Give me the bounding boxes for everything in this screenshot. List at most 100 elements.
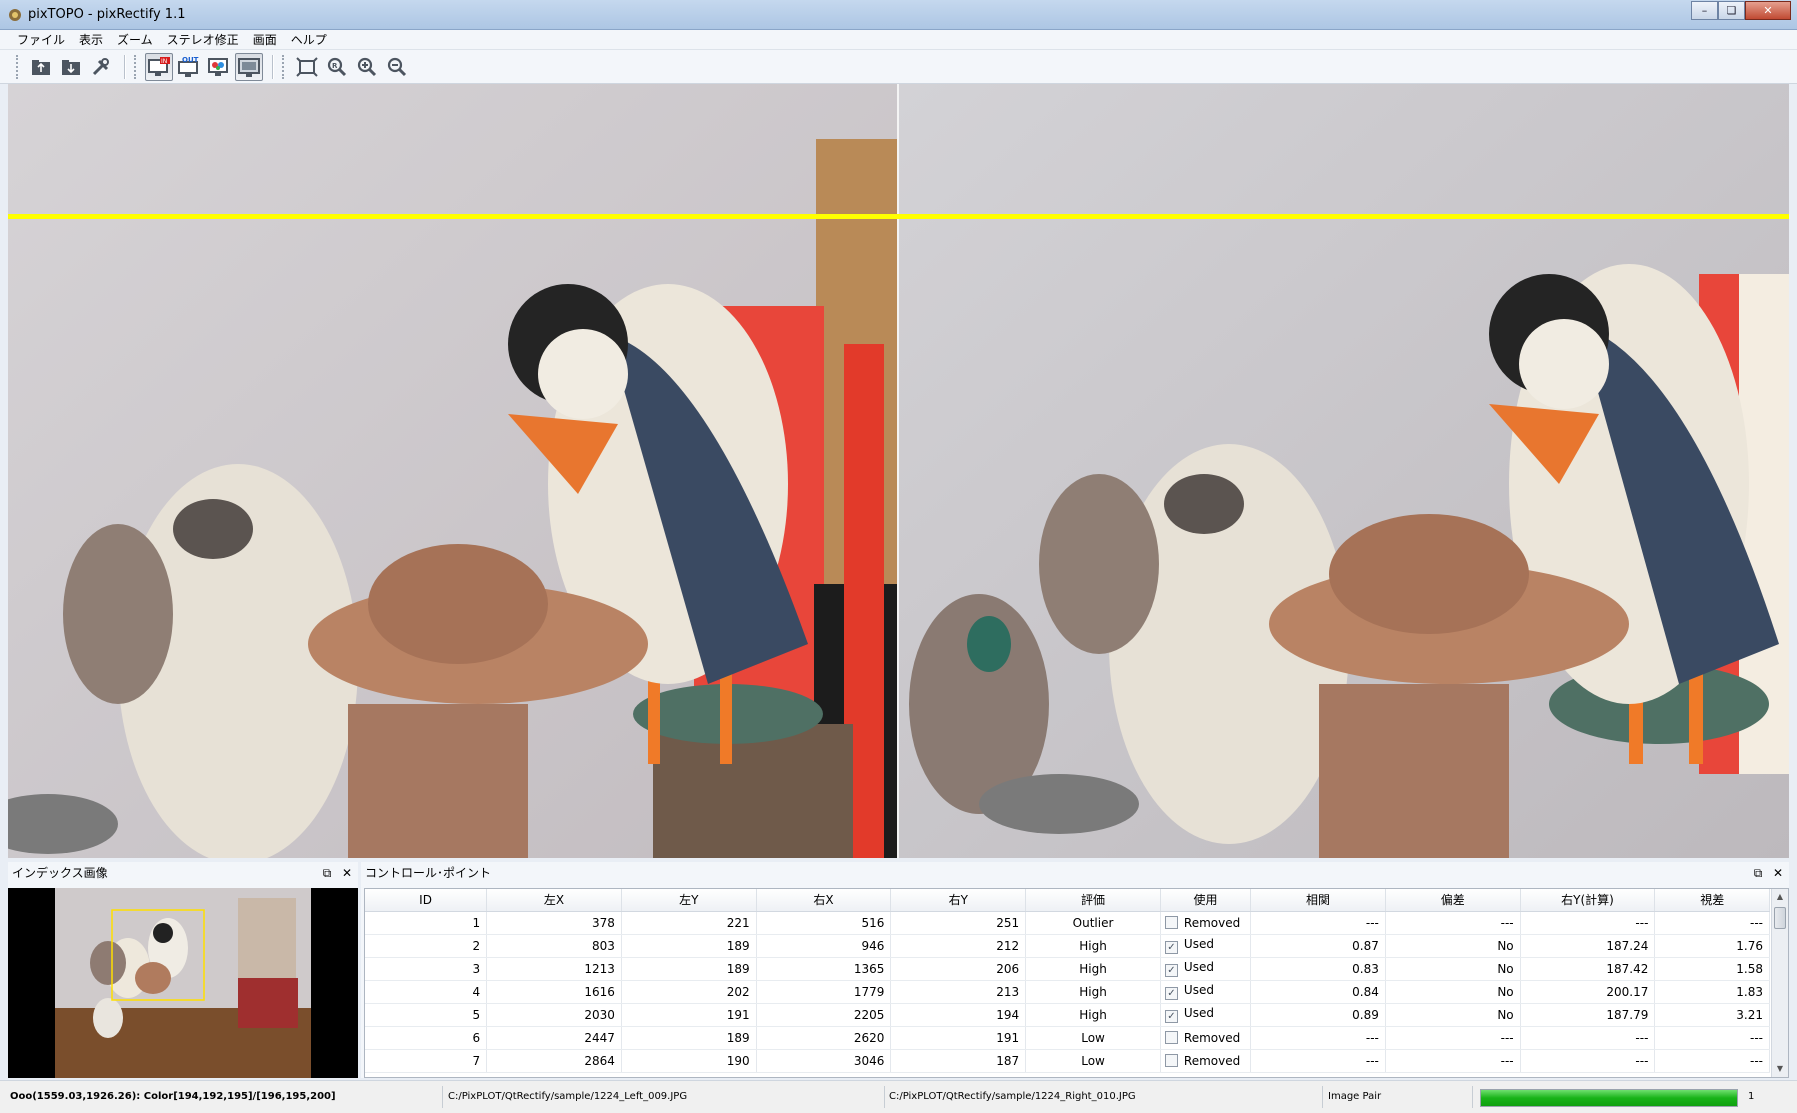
display-out-button[interactable]: OUT: [175, 53, 203, 81]
zoom-in-button[interactable]: [353, 53, 381, 81]
use-checkbox[interactable]: [1164, 1053, 1178, 1067]
scroll-down-icon[interactable]: ▼: [1772, 1061, 1788, 1077]
cell-lx: 1616: [486, 980, 622, 1004]
menu-view[interactable]: 表示: [72, 30, 110, 50]
cell-eval: Low: [1025, 1026, 1161, 1050]
left-image-pane[interactable]: [8, 84, 897, 858]
display-overlay-button[interactable]: [205, 53, 233, 81]
toolbar-grip[interactable]: [282, 54, 286, 79]
menu-zoom[interactable]: ズーム: [110, 30, 160, 50]
svg-text:OUT: OUT: [182, 56, 199, 64]
cell-use[interactable]: ✓ Used: [1160, 934, 1252, 958]
scroll-up-icon[interactable]: ▲: [1772, 889, 1788, 905]
column-header[interactable]: 評価: [1025, 889, 1161, 912]
table-row[interactable]: 2 803 189 946 212 High ✓ Used 0.87 No 187.24 1.76: [365, 934, 1770, 958]
dock-title-index: インデックス画像 ⧉ ✕: [8, 862, 358, 884]
fit-window-button[interactable]: [293, 53, 321, 81]
minimize-button[interactable]: –: [1691, 1, 1718, 20]
use-checkbox[interactable]: [1164, 915, 1178, 929]
cell-lx: 2447: [486, 1026, 622, 1050]
zoom-in-icon: [357, 57, 377, 76]
cell-id: 5: [365, 1003, 488, 1027]
table-row[interactable]: 6 2447 189 2620 191 Low Removed --- --- --- ---: [365, 1026, 1770, 1050]
use-checkbox[interactable]: ✓: [1164, 1010, 1178, 1023]
cell-dev: ---: [1385, 1026, 1521, 1050]
table-row[interactable]: 3 1213 189 1365 206 High ✓ Used 0.83 No 187.42 1.58: [365, 957, 1770, 981]
use-checkbox[interactable]: ✓: [1164, 941, 1178, 954]
zoom-out-button[interactable]: [383, 53, 411, 81]
svg-text:R: R: [332, 62, 338, 70]
cell-rx: 2205: [756, 1003, 892, 1027]
cell-ly: 190: [621, 1049, 757, 1073]
menu-bar: ファイル 表示 ズーム ステレオ修正 画面 ヘルプ: [0, 30, 1797, 50]
column-header[interactable]: 相関: [1250, 889, 1386, 912]
table-row[interactable]: 5 2030 191 2205 194 High ✓ Used 0.89 No 187.79 3.21: [365, 1003, 1770, 1027]
column-header[interactable]: ID: [365, 889, 488, 912]
column-header[interactable]: 偏差: [1385, 889, 1521, 912]
cell-ly: 221: [621, 911, 757, 935]
table-scrollbar[interactable]: ▲ ▼: [1771, 889, 1788, 1077]
maximize-button[interactable]: ❏: [1718, 1, 1745, 20]
toolbar-grip[interactable]: [16, 54, 20, 79]
cell-use[interactable]: ✓ Used: [1160, 980, 1252, 1004]
cell-dev: ---: [1385, 1049, 1521, 1073]
column-header[interactable]: 視差: [1654, 889, 1770, 912]
control-points-dock: コントロール･ポイント ⧉ ✕ ID 左X 左Y 右X 右Y 評価 使用 相関 …: [361, 862, 1789, 1078]
cell-rx: 516: [756, 911, 892, 935]
right-image-pane[interactable]: [899, 84, 1789, 858]
cell-corr: 0.87: [1250, 934, 1386, 958]
zoom-actual-icon: R: [327, 57, 347, 76]
cell-rx: 3046: [756, 1049, 892, 1073]
cell-corr: ---: [1250, 911, 1386, 935]
cell-dev: No: [1385, 957, 1521, 981]
close-dock-button[interactable]: ✕: [340, 862, 354, 884]
close-dock-button[interactable]: ✕: [1771, 862, 1785, 884]
table-row[interactable]: 4 1616 202 1779 213 High ✓ Used 0.84 No 200.17 1.83: [365, 980, 1770, 1004]
toolbar-grip[interactable]: [134, 54, 138, 79]
zoom-actual-button[interactable]: R: [323, 53, 351, 81]
cell-dev: ---: [1385, 911, 1521, 935]
cell-use[interactable]: Removed: [1160, 1049, 1252, 1073]
display-monitor-button[interactable]: [235, 52, 263, 81]
display-in-button[interactable]: IN: [145, 52, 173, 81]
close-icon: ✕: [1763, 4, 1773, 17]
use-checkbox[interactable]: ✓: [1164, 964, 1178, 977]
float-icon: ⧉: [322, 866, 332, 880]
menu-screen[interactable]: 画面: [246, 30, 284, 50]
cell-corr: 0.84: [1250, 980, 1386, 1004]
control-points-table[interactable]: ID 左X 左Y 右X 右Y 評価 使用 相関 偏差 右Y(計算) 視差 1 37…: [364, 888, 1789, 1078]
column-header[interactable]: 使用: [1160, 889, 1252, 912]
menu-help[interactable]: ヘルプ: [284, 30, 334, 50]
cell-ry-calc: ---: [1520, 1049, 1656, 1073]
menu-file[interactable]: ファイル: [10, 30, 72, 50]
settings-button[interactable]: [87, 53, 115, 81]
float-dock-button[interactable]: ⧉: [1751, 862, 1765, 884]
use-checkbox[interactable]: [1164, 1030, 1178, 1044]
cell-use[interactable]: Removed: [1160, 1026, 1252, 1050]
table-row[interactable]: 1 378 221 516 251 Outlier Removed --- --- --- ---: [365, 911, 1770, 935]
column-header[interactable]: 右Y: [890, 889, 1027, 912]
float-dock-button[interactable]: ⧉: [320, 862, 334, 884]
cell-parallax: ---: [1654, 1026, 1770, 1050]
column-header[interactable]: 右Y(計算): [1520, 889, 1656, 912]
tools-icon: [92, 57, 109, 75]
menu-stereo-rectify[interactable]: ステレオ修正: [160, 30, 246, 50]
epipolar-line[interactable]: [8, 214, 1789, 219]
cell-use[interactable]: ✓ Used: [1160, 957, 1252, 981]
save-button[interactable]: [57, 53, 85, 81]
column-header[interactable]: 右X: [756, 889, 892, 912]
cell-ry: 194: [890, 1003, 1027, 1027]
column-header[interactable]: 左Y: [621, 889, 757, 912]
cell-eval: High: [1025, 1003, 1161, 1027]
use-checkbox[interactable]: ✓: [1164, 987, 1178, 1000]
index-thumbnail[interactable]: [8, 888, 358, 1078]
cell-use[interactable]: ✓ Used: [1160, 1003, 1252, 1027]
scrollbar-thumb[interactable]: [1774, 907, 1786, 929]
close-button[interactable]: ✕: [1745, 1, 1791, 20]
cell-ly: 191: [621, 1003, 757, 1027]
cell-use[interactable]: Removed: [1160, 911, 1252, 935]
stereo-image-viewer[interactable]: [8, 84, 1789, 858]
open-button[interactable]: [27, 53, 55, 81]
table-row[interactable]: 7 2864 190 3046 187 Low Removed --- --- --- ---: [365, 1049, 1770, 1073]
column-header[interactable]: 左X: [486, 889, 622, 912]
